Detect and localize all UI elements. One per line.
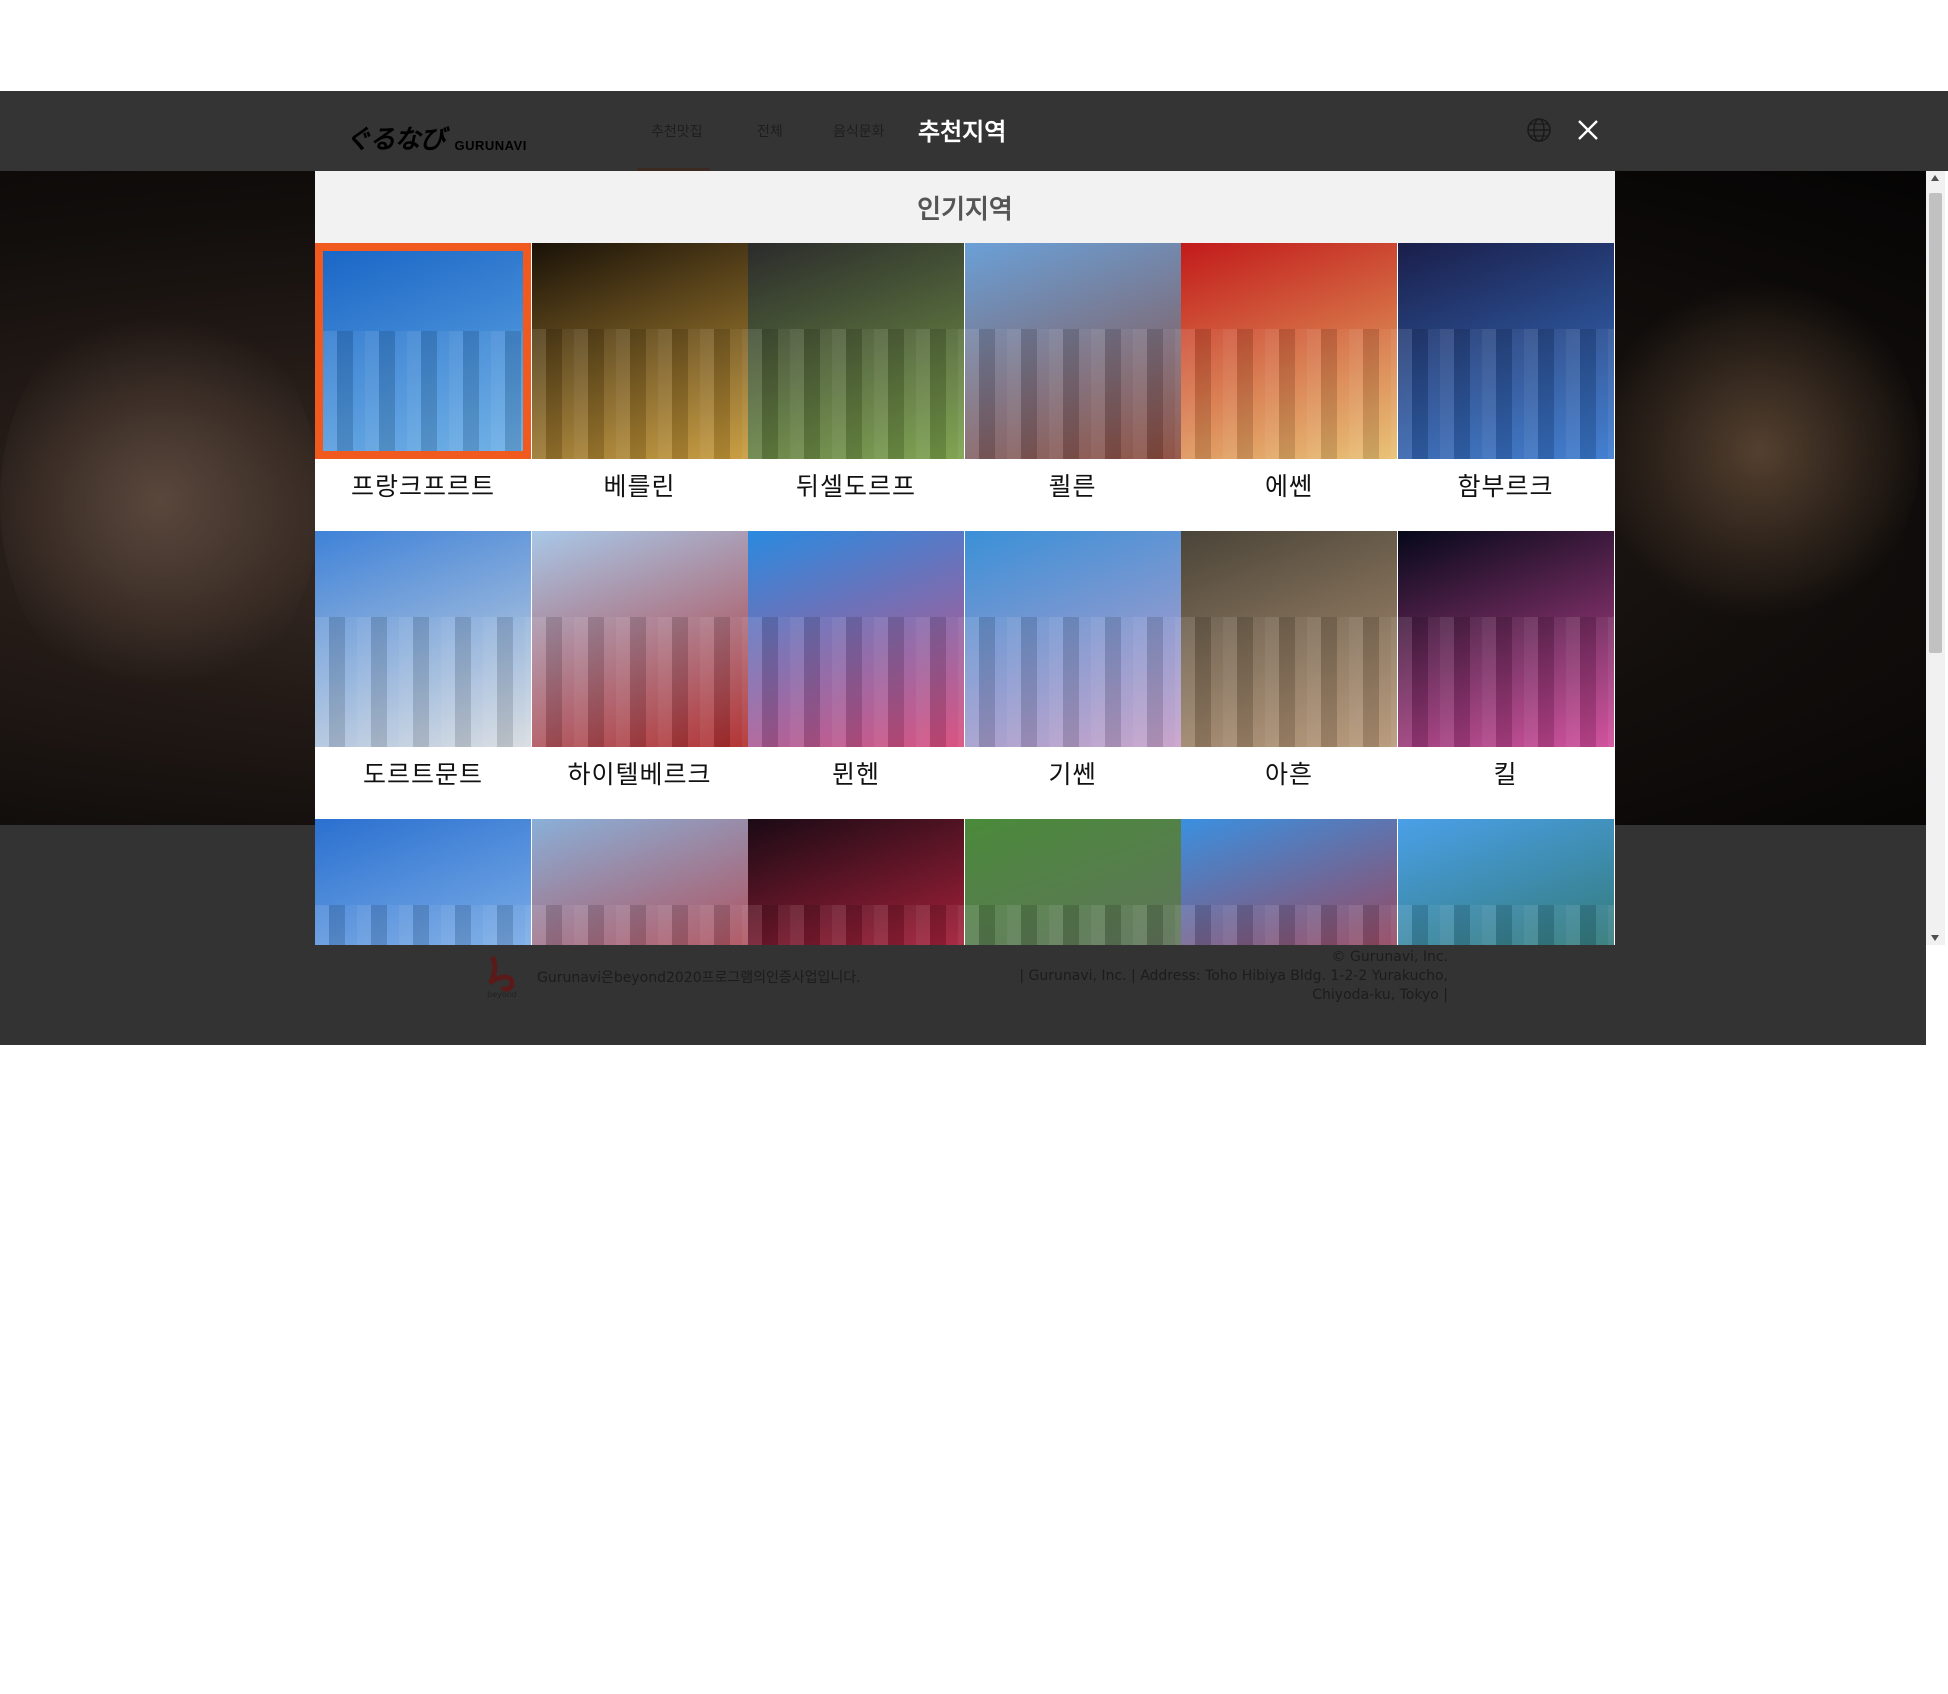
photo-texture bbox=[748, 905, 964, 945]
region-tile[interactable] bbox=[531, 819, 748, 945]
sky-building-photo bbox=[315, 819, 531, 945]
neon-night-photo bbox=[748, 819, 964, 945]
logo-jp: ぐるなび bbox=[345, 125, 445, 155]
station-photo bbox=[964, 243, 1181, 459]
region-tile[interactable]: 도르트문트 bbox=[315, 531, 531, 819]
beyond-program-text: Gurunavi은beyond2020프로그램의인증사업입니다. bbox=[537, 970, 861, 986]
photo-texture bbox=[964, 329, 1181, 459]
port-tower-photo bbox=[1181, 819, 1397, 945]
mascot-photo bbox=[531, 819, 748, 945]
region-tile[interactable]: 뮌헨 bbox=[748, 531, 964, 819]
globe-icon[interactable] bbox=[1526, 117, 1552, 143]
arcade-photo bbox=[1181, 243, 1397, 459]
logo-en: GURUNAVI bbox=[454, 138, 527, 153]
region-tile[interactable]: 하이텔베르크 bbox=[531, 531, 748, 819]
tower-night-photo bbox=[1397, 243, 1614, 459]
copyright-line: © Gurunavi, Inc. bbox=[1331, 949, 1448, 965]
shopping-street-photo bbox=[964, 531, 1181, 747]
scroll-down-arrow-icon[interactable] bbox=[1931, 935, 1939, 941]
street-photo bbox=[315, 531, 531, 747]
region-label: 아흔 bbox=[1264, 760, 1313, 789]
crossing-photo bbox=[748, 243, 964, 459]
photo-texture bbox=[964, 617, 1181, 747]
panel-heading: 인기지역 bbox=[315, 171, 1615, 243]
region-tile[interactable]: 킬 bbox=[1397, 531, 1614, 819]
photo-texture bbox=[323, 331, 523, 451]
region-tile[interactable]: 쾰른 bbox=[964, 243, 1181, 531]
old-town-photo bbox=[964, 819, 1181, 945]
region-tile[interactable] bbox=[748, 819, 964, 945]
region-tile[interactable]: 프랑크프르트 bbox=[315, 243, 531, 531]
photo-texture bbox=[315, 617, 531, 747]
beyond2020-logo: beyond bbox=[487, 955, 517, 999]
region-label: 도르트문트 bbox=[362, 760, 483, 789]
region-tile[interactable] bbox=[1181, 819, 1397, 945]
copyright-line: Chiyoda-ku, Tokyo | bbox=[1312, 987, 1448, 1003]
region-label: 쾰른 bbox=[1048, 472, 1097, 501]
region-tile[interactable] bbox=[964, 819, 1181, 945]
region-tile[interactable]: 아흔 bbox=[1181, 531, 1397, 819]
region-tile[interactable] bbox=[1397, 819, 1614, 945]
clocktower-photo bbox=[531, 243, 748, 459]
region-panel: 인기지역 프랑크프르트 베를린 뒤셀도르프 쾰른 에쎈 함부르크도르트문트 하이텔베르크 뮌헨… bbox=[315, 171, 1615, 945]
region-label: 함부르크 bbox=[1457, 472, 1554, 501]
region-tile[interactable]: 기쎈 bbox=[964, 531, 1181, 819]
castle-photo bbox=[1397, 819, 1614, 945]
region-tile[interactable]: 베를린 bbox=[531, 243, 748, 531]
modal-title: 추천지역 bbox=[918, 118, 1007, 146]
region-tile[interactable] bbox=[315, 819, 531, 945]
photo-texture bbox=[531, 905, 748, 945]
photo-texture bbox=[1181, 329, 1397, 459]
region-label: 뒤셀도르프 bbox=[795, 472, 916, 501]
svg-text:beyond: beyond bbox=[487, 990, 517, 999]
tower-photo bbox=[315, 243, 531, 459]
region-tile[interactable]: 함부르크 bbox=[1397, 243, 1614, 531]
photo-texture bbox=[1181, 905, 1397, 945]
region-label: 하이텔베르크 bbox=[567, 760, 712, 789]
photo-texture bbox=[748, 329, 964, 459]
gurunavi-logo[interactable]: ぐるなび GURUNAVI bbox=[345, 119, 527, 156]
scrollbar[interactable] bbox=[1926, 171, 1945, 945]
copyright-line: | Gurunavi, Inc. | Address: Toho Hibiya … bbox=[1019, 968, 1448, 984]
signs-photo bbox=[748, 531, 964, 747]
region-label: 베를린 bbox=[603, 472, 676, 501]
harbor-night-photo bbox=[1397, 531, 1614, 747]
region-tile[interactable]: 뒤셀도르프 bbox=[748, 243, 964, 531]
tab-all[interactable]: 전체 bbox=[757, 121, 783, 141]
tab-food-culture[interactable]: 음식문화 bbox=[833, 121, 885, 141]
region-label: 뮌헨 bbox=[831, 760, 880, 789]
photo-texture bbox=[1397, 329, 1614, 459]
photo-texture bbox=[964, 905, 1181, 945]
photo-texture bbox=[1397, 617, 1614, 747]
photo-texture bbox=[531, 329, 748, 459]
photo-texture bbox=[748, 617, 964, 747]
photo-texture bbox=[1397, 905, 1614, 945]
fish-market-photo bbox=[1181, 531, 1397, 747]
photo-texture bbox=[531, 617, 748, 747]
tab-recommended[interactable]: 추천맛집 bbox=[651, 121, 703, 141]
region-tile[interactable]: 에쎈 bbox=[1181, 243, 1397, 531]
region-label: 프랑크프르트 bbox=[350, 472, 495, 501]
region-label: 에쎈 bbox=[1264, 472, 1313, 501]
region-label: 기쎈 bbox=[1048, 760, 1097, 789]
region-label: 킬 bbox=[1493, 760, 1518, 789]
photo-texture bbox=[315, 905, 531, 945]
market-gate-photo bbox=[531, 531, 748, 747]
scroll-thumb[interactable] bbox=[1929, 193, 1942, 653]
photo-texture bbox=[1181, 617, 1397, 747]
copyright-block: © Gurunavi, Inc. | Gurunavi, Inc. | Addr… bbox=[928, 948, 1448, 1005]
top-header: ぐるなび GURUNAVI 추천맛집 전체 음식문화 추천지역 bbox=[0, 91, 1948, 171]
close-icon[interactable] bbox=[1576, 118, 1600, 142]
scroll-up-arrow-icon[interactable] bbox=[1931, 175, 1939, 181]
